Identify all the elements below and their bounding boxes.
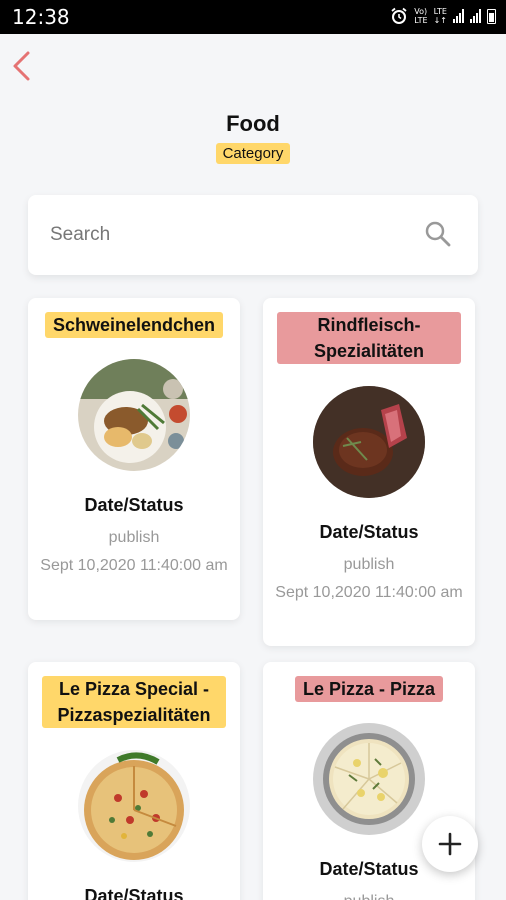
signal-1-icon [453,9,464,23]
product-tag: Schweinelendchen [42,312,226,338]
product-image [313,723,425,835]
status-text: publish [263,893,475,900]
volte-indicator: Vo) LTE [414,7,427,25]
date-text: Sept 10,2020 11:40:00 am [40,557,228,574]
lte-arrows: ↓↑ [433,16,447,25]
date-status-label: Date/Status [84,886,184,900]
lte-indicator: LTE ↓↑ [434,7,447,25]
product-tag: Le Pizza Special - Pizzaspezialitäten [42,676,226,728]
search-box [28,195,478,275]
chevron-left-icon [13,51,30,81]
search-input[interactable] [50,219,410,251]
add-button[interactable] [422,816,478,872]
search-icon[interactable] [424,220,452,248]
product-image [78,750,190,862]
signal-2-icon [470,9,481,23]
product-image [313,386,425,498]
volte-label: Vo) [414,7,428,16]
status-bar: 12:38 Vo) LTE LTE ↓↑ [0,0,506,34]
status-icons: Vo) LTE LTE ↓↑ [390,7,496,25]
product-tag: Le Pizza - Pizza [277,676,461,702]
date-text: Sept 10,2020 11:40:00 am [275,584,463,601]
product-name: Schweinelendchen [44,312,224,338]
status-time: 12:38 [12,5,70,29]
product-card[interactable]: Schweinelendchen Date/Status publish Sep… [28,298,240,620]
date-status-label: Date/Status [319,522,419,542]
product-card[interactable]: Rindfleisch-Spezialitäten Date/Status pu… [263,298,475,646]
category-badge: Category [215,143,291,164]
product-name: Le Pizza - Pizza [294,676,444,702]
back-button[interactable] [10,50,34,84]
alarm-icon [391,7,407,24]
product-name: Rindfleisch-Spezialitäten [277,312,461,364]
volte-lte-label: LTE [414,16,428,25]
date-status-label: Date/Status [84,495,184,515]
product-name: Le Pizza Special - Pizzaspezialitäten [42,676,226,728]
product-tag: Rindfleisch-Spezialitäten [277,312,461,364]
page-title: Food [226,111,280,136]
battery-icon [487,8,496,24]
product-image [78,359,190,471]
product-card[interactable]: Le Pizza Special - Pizzaspezialitäten Da… [28,662,240,900]
lte-label: LTE [433,7,447,16]
status-text: publish [108,529,160,546]
status-text: publish [343,556,395,573]
plus-icon [438,832,462,856]
